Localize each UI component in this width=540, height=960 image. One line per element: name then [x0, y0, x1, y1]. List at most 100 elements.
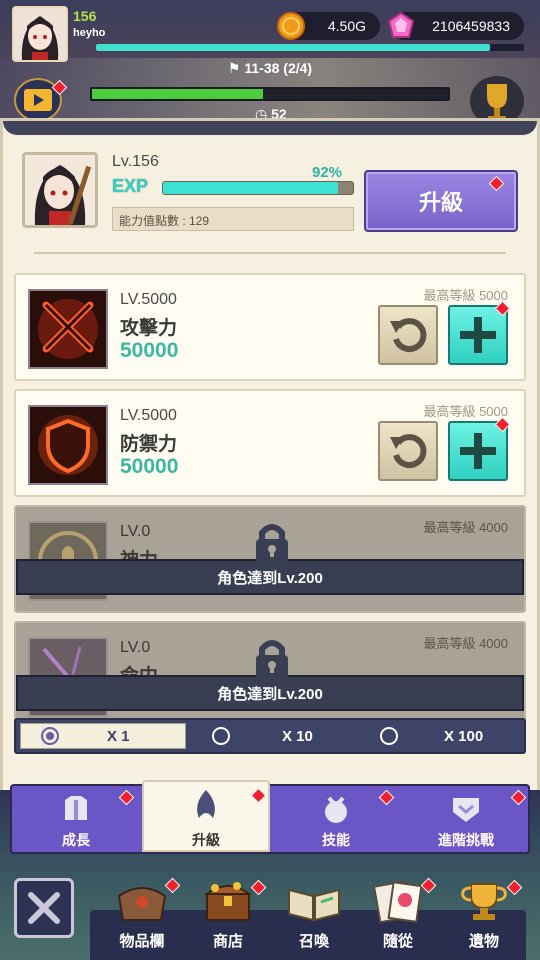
gem-counter: 2106459833 [387, 11, 524, 40]
notification-dot [488, 175, 505, 192]
exp-bar [162, 181, 354, 195]
tab-skill[interactable]: 技能 [272, 786, 400, 852]
multiplier-label: X 10 [282, 727, 313, 745]
tab-label: 進階挑戰 [438, 832, 494, 848]
nav-companion[interactable]: 隨從 [356, 870, 440, 960]
reset-icon [390, 434, 427, 469]
nav-label: 物品欄 [119, 933, 165, 950]
stat-plus-button[interactable] [448, 416, 511, 481]
gem-value: 2106459833 [432, 18, 510, 34]
armor-icon [65, 796, 87, 820]
pet-card-icon [372, 880, 423, 924]
stat-card-defense: LV.5000 防禦力 50000 最高等級 5000 [14, 389, 526, 497]
swords-icon [28, 289, 108, 369]
book-icon [288, 888, 340, 922]
stat-plus-button[interactable] [448, 300, 511, 365]
stat-max-level: 最高等級 4000 [423, 520, 508, 535]
stage-label: ⚑ 11-38 (2/4) [0, 60, 540, 77]
stat-value: 50000 [120, 455, 179, 478]
flame-up-icon [197, 790, 215, 818]
tab-label: 成長 [62, 832, 90, 848]
player-exp-bar [96, 44, 524, 51]
skill-icon [325, 796, 347, 823]
exp-bar-fill [163, 182, 338, 194]
tab-growth[interactable]: 成長 [12, 786, 140, 852]
auto-play-button[interactable] [14, 78, 68, 122]
plus-icon [460, 317, 496, 353]
stage-text: 11-38 (2/4) [244, 60, 313, 76]
multiplier-x10-option[interactable]: X 10 [212, 723, 313, 749]
stat-value: 50000 [120, 339, 179, 362]
exp-label: EXP [112, 176, 149, 196]
exp-percent: 92% [312, 164, 343, 181]
stage-flag-icon: ⚑ [227, 60, 245, 76]
tab-bar: 成長 升級 技能 進階挑戰 [10, 780, 530, 854]
stat-reset-button[interactable] [378, 421, 438, 481]
stage-progress-bar [90, 87, 450, 101]
multiplier-label: X 1 [107, 727, 130, 745]
character-portrait [22, 152, 98, 228]
tab-label: 升級 [192, 832, 220, 848]
player-exp-fill [96, 44, 490, 51]
notification-dot [118, 789, 135, 806]
multiplier-x100-option[interactable]: X 100 [380, 723, 483, 749]
player-level: 156 [73, 8, 97, 24]
bottom-nav: 物品欄 商店 召喚 隨從 遺物 [0, 870, 540, 960]
tab-advanced-challenge[interactable]: 進階挑戰 [402, 786, 530, 852]
multiplier-x1-option[interactable]: X 1 [20, 723, 186, 749]
stage-progress-fill [92, 89, 263, 99]
stat-reset-button[interactable] [378, 305, 438, 365]
radio-icon [212, 727, 230, 745]
reset-icon [390, 318, 427, 353]
padlock-icon [252, 521, 292, 565]
tab-upgrade[interactable]: 升級 [142, 780, 270, 852]
player-avatar[interactable] [12, 6, 68, 62]
shield-chevron-icon [453, 798, 479, 822]
nav-summon[interactable]: 召喚 [272, 870, 356, 960]
player-name: heyho [73, 27, 106, 39]
gold-counter: 4.50G [277, 12, 380, 40]
stat-level: LV.5000 [120, 407, 177, 424]
tab-label: 技能 [322, 832, 350, 848]
stat-max-level: 最高等級 4000 [423, 636, 508, 651]
upgrade-button-label: 升級 [418, 190, 463, 215]
nav-label: 隨從 [382, 933, 413, 950]
section-divider [14, 248, 526, 258]
close-menu-button[interactable] [14, 878, 74, 938]
ability-points: 能力值點數 : 129 [112, 207, 354, 231]
stat-card-divine-power: LV.0 神力 最高等級 4000 角色達到Lv.200 [14, 505, 526, 613]
multiplier-selector: X 1 X 10 X 100 [14, 718, 526, 754]
notification-dot [378, 789, 395, 806]
trophy-icon [461, 883, 507, 920]
stat-card-accuracy: LV.0 命中 最高等級 4000 角色達到Lv.200 [14, 621, 526, 729]
nav-shop[interactable]: 商店 [186, 870, 270, 960]
gold-coin-icon [276, 11, 306, 41]
stat-level: LV.5000 [120, 291, 177, 308]
level-upgrade-button[interactable]: 升級 [364, 170, 518, 232]
nav-label: 遺物 [468, 933, 499, 950]
shield-icon [28, 405, 108, 485]
stat-name: 防禦力 [120, 434, 178, 455]
stat-max-level: 最高等級 5000 [423, 288, 508, 303]
plus-icon [460, 433, 496, 469]
notification-dot [250, 787, 267, 804]
nav-label: 商店 [212, 933, 243, 950]
lock-requirement-text: 角色達到Lv.200 [217, 569, 323, 587]
gold-value: 4.50G [327, 18, 366, 34]
radio-selected-icon [41, 727, 59, 745]
bag-icon [117, 887, 167, 921]
gem-icon [386, 11, 416, 41]
stat-card-attack: LV.5000 攻擊力 50000 最高等級 5000 [14, 273, 526, 381]
nav-inventory[interactable]: 物品欄 [100, 870, 184, 960]
radio-icon [380, 727, 398, 745]
multiplier-label: X 100 [444, 727, 484, 745]
stat-max-level: 最高等級 5000 [423, 404, 508, 419]
stat-level: LV.0 [120, 639, 151, 656]
character-level: Lv.156 [112, 153, 159, 170]
notification-dot [510, 789, 527, 806]
nav-label: 召喚 [298, 933, 329, 950]
nav-relics[interactable]: 遺物 [442, 870, 526, 960]
padlock-icon [252, 637, 292, 681]
stat-name: 攻擊力 [120, 318, 178, 339]
stat-level: LV.0 [120, 523, 151, 540]
